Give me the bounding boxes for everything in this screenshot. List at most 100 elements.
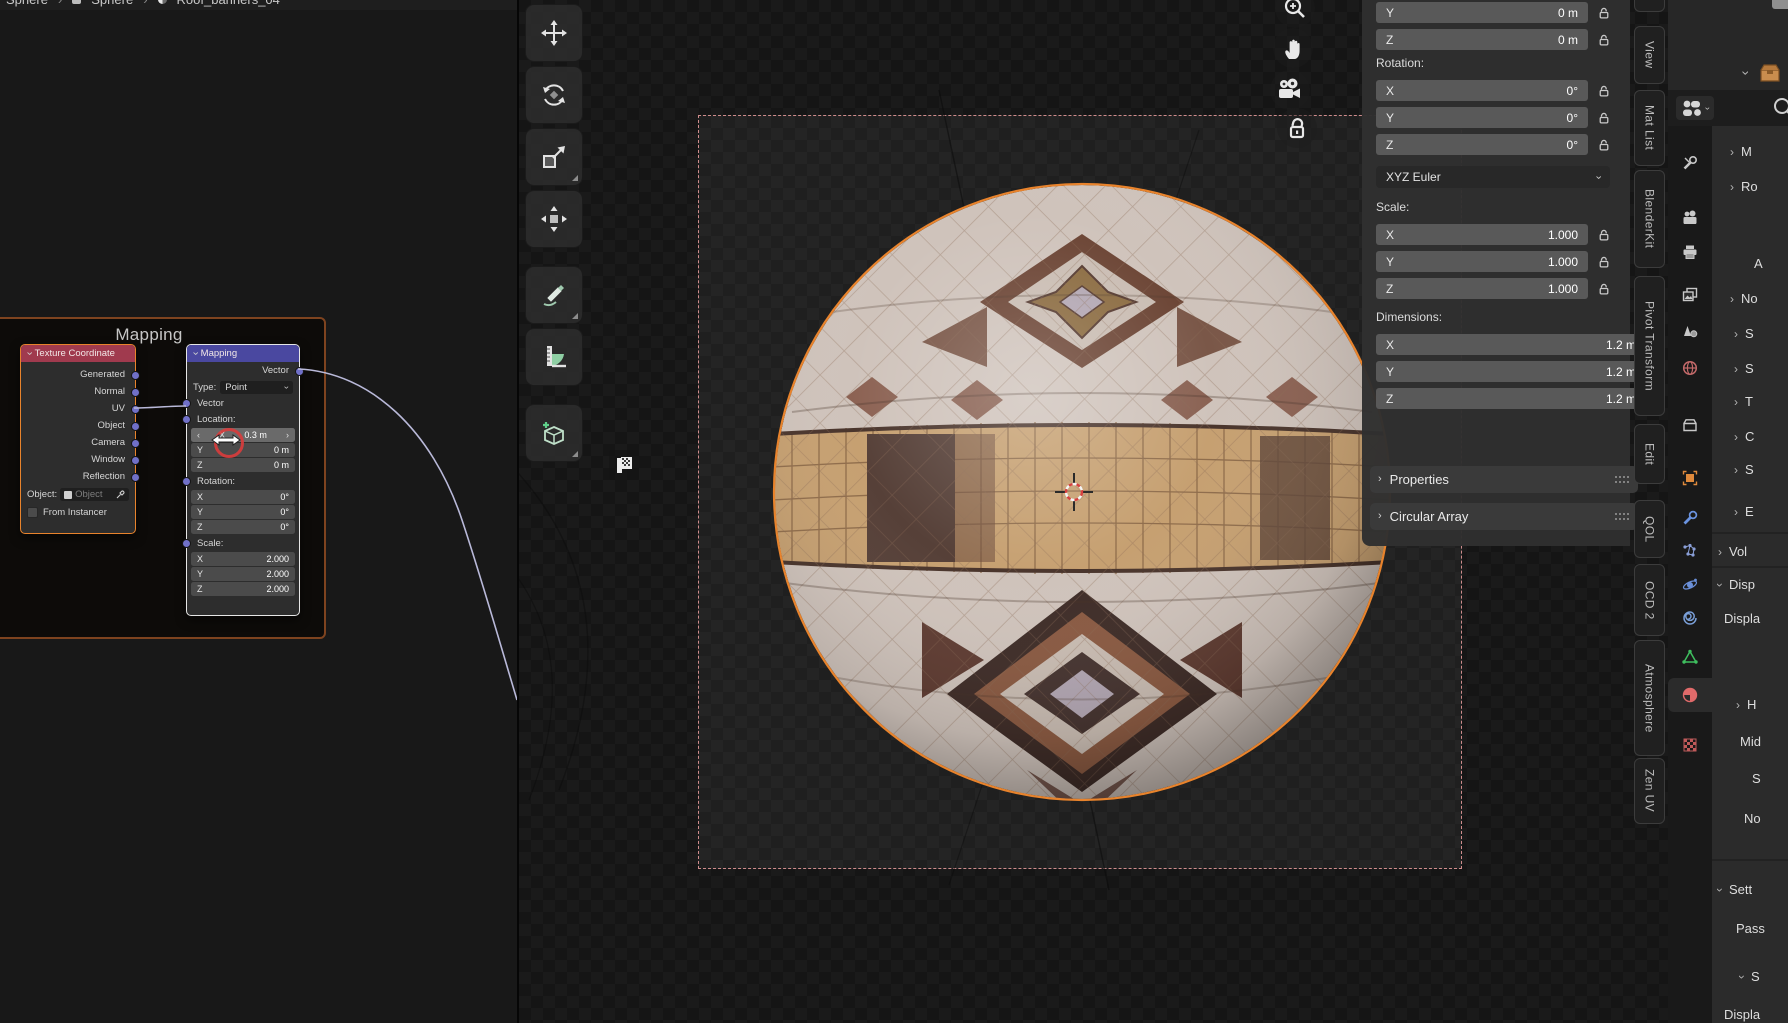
- property-section-row[interactable]: Ro: [1730, 179, 1758, 194]
- slider-left-icon[interactable]: ‹: [197, 430, 200, 440]
- input-socket[interactable]: [182, 415, 191, 424]
- scale-y-field[interactable]: Y1.000: [1376, 251, 1588, 272]
- annotate-tool-button[interactable]: [525, 266, 583, 324]
- transform-tool-button[interactable]: [525, 190, 583, 248]
- move-tool-button[interactable]: [525, 4, 583, 62]
- drag-grip-icon[interactable]: [1614, 512, 1630, 521]
- sidebar-tab[interactable]: Zen UV: [1634, 758, 1665, 824]
- output-socket[interactable]: [131, 456, 140, 465]
- add-cube-tool-button[interactable]: [525, 404, 583, 462]
- search-icon[interactable]: [1772, 96, 1788, 120]
- rotation-mode-dropdown[interactable]: XYZ Euler ›: [1376, 166, 1610, 188]
- object-field[interactable]: Object: [60, 488, 129, 501]
- property-section-row[interactable]: S: [1734, 462, 1754, 477]
- output-socket[interactable]: [131, 439, 140, 448]
- editor-type-button[interactable]: ›: [1676, 96, 1714, 120]
- property-section-row[interactable]: E: [1734, 504, 1754, 519]
- property-section-row[interactable]: No: [1744, 811, 1761, 826]
- tab-tool[interactable]: [1668, 146, 1712, 180]
- property-section-row[interactable]: M: [1730, 144, 1752, 159]
- sidebar-tab[interactable]: Mat List: [1634, 90, 1665, 166]
- pan-gizmo[interactable]: [1273, 28, 1313, 68]
- scale-z-field[interactable]: Z2.000: [191, 582, 295, 596]
- rotation-y-field[interactable]: Y0°: [191, 505, 295, 519]
- tab-output[interactable]: [1668, 235, 1712, 269]
- scale-x-field[interactable]: X1.000: [1376, 224, 1588, 245]
- unlock-icon[interactable]: [1597, 111, 1611, 125]
- unlock-icon[interactable]: [1597, 33, 1611, 47]
- property-section-row[interactable]: T: [1734, 394, 1753, 409]
- tab-render[interactable]: [1668, 201, 1712, 235]
- collapse-icon[interactable]: ›: [23, 352, 34, 356]
- scale-z-field[interactable]: Z1.000: [1376, 278, 1588, 299]
- property-section-row[interactable]: No: [1730, 291, 1758, 306]
- tab-collection[interactable]: [1668, 408, 1712, 442]
- tab-texture[interactable]: [1668, 728, 1712, 762]
- tab-scene[interactable]: [1668, 314, 1712, 348]
- output-socket[interactable]: [131, 473, 140, 482]
- sidebar-tab[interactable]: Atmosphere: [1634, 640, 1665, 756]
- scrollbar-thumb[interactable]: [1772, 0, 1788, 9]
- sidebar-tab[interactable]: Pivot Transform: [1634, 276, 1665, 416]
- rotation-x-field[interactable]: X0°: [191, 490, 295, 504]
- property-section-row[interactable]: Pass: [1736, 921, 1765, 936]
- sidebar-tab[interactable]: Edit: [1634, 424, 1665, 484]
- property-section-row[interactable]: S: [1734, 326, 1754, 341]
- chevron-down-icon[interactable]: ›: [1740, 71, 1754, 76]
- output-socket[interactable]: [131, 371, 140, 380]
- rotation-x-field[interactable]: X0°: [1376, 80, 1588, 101]
- property-section-row[interactable]: Displa: [1724, 611, 1760, 626]
- tab-object[interactable]: [1668, 461, 1712, 495]
- location-y-field[interactable]: Y0 m: [1376, 2, 1588, 23]
- input-socket[interactable]: [182, 539, 191, 548]
- drag-grip-icon[interactable]: [1614, 475, 1630, 484]
- scale-x-field[interactable]: X2.000: [191, 552, 295, 566]
- location-z-field[interactable]: Z0 m: [1376, 29, 1588, 50]
- node-header[interactable]: › Texture Coordinate: [21, 345, 135, 362]
- unlock-icon[interactable]: [1597, 282, 1611, 296]
- camera-lock-gizmo[interactable]: [1277, 108, 1317, 148]
- breadcrumb-object[interactable]: Sphere: [6, 0, 48, 7]
- rotation-z-field[interactable]: Z0°: [191, 520, 295, 534]
- tab-constraints[interactable]: [1668, 601, 1712, 635]
- sidebar-tab[interactable]: View: [1634, 26, 1665, 84]
- property-section-row[interactable]: S: [1752, 771, 1761, 786]
- tab-modifiers[interactable]: [1668, 501, 1712, 535]
- unlock-icon[interactable]: [1597, 138, 1611, 152]
- location-y-field[interactable]: Y0 m: [191, 443, 295, 457]
- slider-right-icon[interactable]: ›: [286, 430, 289, 440]
- measure-tool-button[interactable]: [525, 328, 583, 386]
- collapse-icon[interactable]: ›: [189, 352, 200, 356]
- output-socket[interactable]: [131, 405, 140, 414]
- unlock-icon[interactable]: [1597, 228, 1611, 242]
- sidebar-tab[interactable]: BlenderKit: [1634, 170, 1665, 268]
- property-section-row[interactable]: S: [1734, 361, 1754, 376]
- breadcrumb-texture[interactable]: Roof_banners_04: [177, 0, 280, 7]
- property-section-row[interactable]: A: [1754, 256, 1763, 271]
- unlock-icon[interactable]: [1597, 255, 1611, 269]
- properties-subpanel[interactable]: › Properties: [1370, 466, 1638, 493]
- property-section-row[interactable]: S: [1740, 969, 1760, 984]
- property-section-row[interactable]: Mid: [1740, 734, 1761, 749]
- location-x-field[interactable]: ‹ X 0.3 m ›: [191, 428, 295, 442]
- type-dropdown[interactable]: Point ›: [220, 381, 293, 394]
- breadcrumb-material[interactable]: Sphere: [91, 0, 133, 7]
- circular-array-subpanel[interactable]: › Circular Array: [1370, 503, 1638, 530]
- rotation-y-field[interactable]: Y0°: [1376, 107, 1588, 128]
- tab-material[interactable]: [1668, 678, 1712, 712]
- sidebar-tab[interactable]: OCD 2: [1634, 564, 1665, 636]
- dimensions-z-field[interactable]: Z1.2 m: [1376, 388, 1646, 409]
- tab-physics[interactable]: [1668, 568, 1712, 602]
- camera-view-gizmo[interactable]: [1270, 70, 1310, 110]
- output-socket[interactable]: [131, 388, 140, 397]
- tab-view-layer[interactable]: [1668, 278, 1712, 312]
- rotate-tool-button[interactable]: [525, 66, 583, 124]
- input-socket[interactable]: [182, 399, 191, 408]
- zoom-gizmo[interactable]: [1275, 0, 1315, 28]
- input-socket[interactable]: [182, 477, 191, 486]
- location-z-field[interactable]: Z0 m: [191, 458, 295, 472]
- texture-marker-icon[interactable]: [609, 450, 639, 480]
- property-section-row[interactable]: Vol: [1718, 544, 1747, 559]
- unlock-icon[interactable]: [1597, 84, 1611, 98]
- sidebar-tab[interactable]: QOL: [1634, 500, 1665, 558]
